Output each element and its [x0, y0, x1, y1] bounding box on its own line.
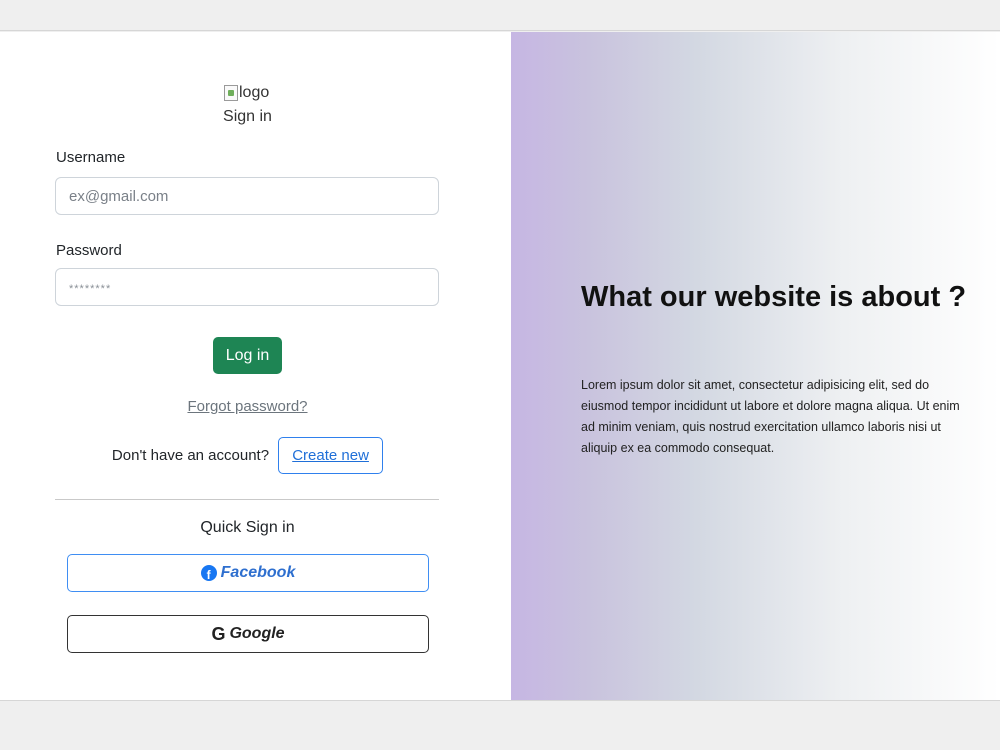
no-account-text: Don't have an account? [111, 447, 270, 464]
about-title: What our website is about ? [581, 281, 967, 313]
broken-image-icon [224, 85, 238, 101]
google-icon: G [211, 623, 226, 644]
logo-alt-text: logo [239, 84, 270, 101]
password-label: Password [56, 242, 122, 259]
bottom-band [0, 700, 1000, 750]
facebook-button-label: Facebook [220, 564, 296, 581]
google-button[interactable]: G Google [67, 615, 429, 653]
divider [55, 499, 439, 500]
about-body: Lorem ipsum dolor sit amet, consectetur … [581, 378, 960, 455]
top-band [0, 0, 1000, 31]
login-card: logo Sign in Username Password Log in Fo… [0, 32, 1000, 700]
create-account-row: Don't have an account? Create new [0, 437, 495, 474]
logo: logo [224, 84, 269, 102]
facebook-button[interactable]: f Facebook [67, 554, 429, 592]
google-button-label: Google [229, 625, 285, 642]
facebook-icon: f [200, 565, 217, 581]
login-panel: logo Sign in Username Password Log in Fo… [0, 32, 511, 700]
username-input[interactable] [55, 177, 439, 215]
quick-signin-label: Quick Sign in [200, 519, 295, 536]
username-label: Username [56, 149, 126, 166]
signin-title: Sign in [223, 108, 272, 125]
about-panel: What our website is about ? Lorem ipsum … [511, 32, 1000, 700]
create-new-button[interactable]: Create new [278, 437, 384, 474]
password-input[interactable] [55, 268, 439, 306]
login-button[interactable]: Log in [213, 337, 282, 374]
forgot-password-link[interactable]: Forgot password? [0, 398, 495, 415]
